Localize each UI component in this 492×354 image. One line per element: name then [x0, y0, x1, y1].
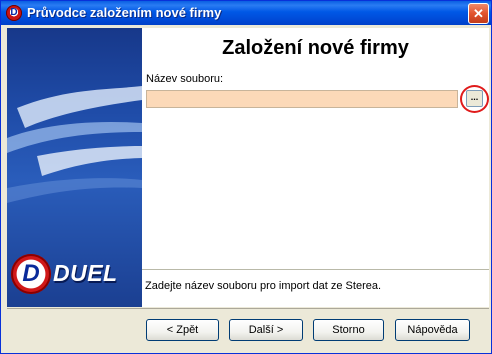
file-name-input[interactable]	[146, 90, 458, 108]
back-button[interactable]: < Zpět	[146, 319, 219, 341]
cancel-button[interactable]: Storno	[313, 319, 384, 341]
next-button[interactable]: Další >	[229, 319, 303, 341]
browse-button[interactable]: ...	[466, 90, 483, 107]
wizard-content: Založení nové firmy Název souboru: ...	[142, 28, 489, 307]
help-button[interactable]: Nápověda	[395, 319, 470, 341]
logo-letter: D	[22, 260, 40, 287]
app-icon-letter: D	[10, 7, 18, 18]
close-button[interactable]: ✕	[468, 3, 489, 24]
title-bar[interactable]: D Průvodce založením nové firmy ✕	[1, 1, 491, 25]
content-separator	[142, 269, 489, 270]
duel-logo: D DUEL	[11, 254, 142, 298]
browse-label: ...	[470, 92, 479, 102]
window-title: Průvodce založením nové firmy	[27, 5, 222, 20]
logo-emblem: D	[11, 254, 51, 294]
logo-text: DUEL	[53, 260, 118, 286]
hint-text: Zadejte název souboru pro import dat ze …	[145, 280, 382, 292]
sidebar-banner: D DUEL	[7, 28, 142, 307]
wizard-window: D Průvodce založením nové firmy ✕ D DUEL…	[0, 0, 492, 354]
button-separator	[7, 308, 489, 309]
file-name-label: Název souboru:	[146, 73, 224, 85]
close-icon: ✕	[473, 6, 484, 21]
app-icon: D	[6, 5, 22, 21]
page-title: Založení nové firmy	[222, 37, 409, 59]
